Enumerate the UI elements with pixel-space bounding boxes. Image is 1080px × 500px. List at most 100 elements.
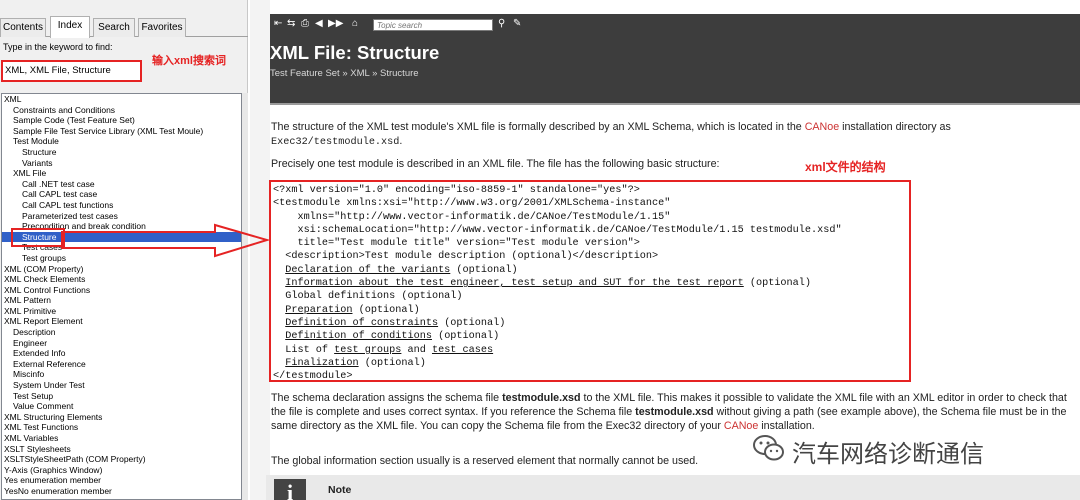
tab-favorites[interactable]: Favorites: [138, 18, 186, 37]
schema-path: Exec32/testmodule.xsd: [271, 137, 400, 148]
code-text: (optional): [450, 264, 518, 276]
index-item[interactable]: Constraints and Conditions: [2, 105, 241, 116]
annotation-structure: xml文件的结构: [805, 160, 886, 174]
tab-search[interactable]: Search: [93, 18, 135, 37]
index-item[interactable]: Call CAPL test case: [2, 189, 241, 200]
index-item[interactable]: Sample File Test Service Library (XML Te…: [2, 126, 241, 137]
index-item[interactable]: Parameterized test cases: [2, 211, 241, 222]
tab-contents[interactable]: Contents: [0, 18, 46, 37]
index-item[interactable]: Test cases: [2, 242, 241, 253]
code-line: Preparation (optional): [273, 304, 909, 317]
code-text: (optional): [358, 357, 426, 369]
code-link[interactable]: Definition of conditions: [285, 331, 432, 342]
code-line: Global definitions (optional): [273, 290, 909, 303]
index-item[interactable]: System Under Test: [2, 380, 241, 391]
forward-icon[interactable]: ▶▶: [328, 18, 343, 30]
print-icon[interactable]: ⎙: [301, 18, 309, 30]
code-link[interactable]: Preparation: [285, 305, 352, 316]
para-schema: The structure of the XML test module's X…: [271, 120, 1071, 150]
index-item[interactable]: XML File: [2, 168, 241, 179]
index-item[interactable]: Y-Axis (Graphics Window): [2, 465, 241, 476]
breadcrumb[interactable]: Test Feature Set » XML » Structure: [270, 68, 419, 79]
index-list[interactable]: XML Constraints and Conditions Sample Code…: [1, 93, 242, 500]
index-item[interactable]: Extended Info: [2, 348, 241, 359]
code-line: </testmodule>: [273, 370, 909, 383]
code-text: </testmodule>: [273, 371, 353, 383]
code-link[interactable]: Finalization: [285, 358, 358, 369]
code-line: xmlns="http://www.vector-informatik.de/C…: [273, 211, 909, 224]
tab-index[interactable]: Index: [50, 16, 90, 38]
index-item[interactable]: Test Setup: [2, 391, 241, 402]
index-item[interactable]: Variants: [2, 158, 241, 169]
topic-search-input[interactable]: [373, 19, 493, 31]
code-link[interactable]: test cases: [432, 345, 493, 356]
code-link[interactable]: Declaration of the variants: [285, 265, 450, 276]
index-item[interactable]: XML Control Functions: [2, 285, 241, 296]
code-text: (optional): [438, 317, 506, 329]
index-item[interactable]: Yes enumeration member: [2, 475, 241, 486]
code-link[interactable]: Definition of constraints: [285, 318, 438, 329]
index-item[interactable]: XSLT Stylesheets: [2, 444, 241, 455]
index-item[interactable]: XSLTStyleSheetPath (COM Property): [2, 454, 241, 465]
search-go-icon[interactable]: ⚲: [498, 18, 505, 30]
index-item[interactable]: XML Primitive: [2, 306, 241, 317]
header-divider: [270, 103, 1080, 105]
nav-tabs: Contents Index Search Favorites: [0, 16, 248, 38]
highlight-icon[interactable]: ✎: [513, 18, 521, 30]
index-item[interactable]: XML Structuring Elements: [2, 412, 241, 423]
index-item[interactable]: Test Module: [2, 136, 241, 147]
index-item[interactable]: XML Pattern: [2, 295, 241, 306]
index-item[interactable]: Description: [2, 327, 241, 338]
code-text: title="Test module title" version="Test …: [273, 238, 640, 250]
code-text: <testmodule xmlns:xsi="http://www.w3.org…: [273, 198, 671, 210]
canoe-link[interactable]: CANoe: [805, 121, 839, 133]
topic-pane: ⇤ ⇆ ⎙ ◀ ▶▶ ⌂ ⚲ ✎ XML File: Structure Tes…: [250, 0, 1080, 500]
index-item[interactable]: XML Check Elements: [2, 274, 241, 285]
index-item[interactable]: XML (COM Property): [2, 264, 241, 275]
index-item[interactable]: XML Test Functions: [2, 422, 241, 433]
topic-header: XML File: Structure Test Feature Set » X…: [270, 36, 1080, 103]
code-line: <?xml version="1.0" encoding="iso-8859-1…: [273, 184, 909, 197]
index-scrollbar[interactable]: [242, 93, 248, 500]
home-icon[interactable]: ⌂: [352, 18, 358, 30]
index-item[interactable]: Sample Code (Test Feature Set): [2, 115, 241, 126]
index-item[interactable]: Structure: [2, 147, 241, 158]
index-item[interactable]: YesNo enumeration member: [2, 486, 241, 497]
code-text: xsi:schemaLocation="http://www.vector-in…: [273, 224, 842, 236]
hide-toc-icon[interactable]: ⇤: [274, 18, 282, 30]
index-item[interactable]: Miscinfo: [2, 369, 241, 380]
locate-icon[interactable]: ⇆: [287, 18, 295, 30]
para-structure: Precisely one test module is described i…: [271, 158, 720, 170]
index-item[interactable]: Structure: [2, 231, 241, 243]
index-item[interactable]: Engineer: [2, 338, 241, 349]
index-item[interactable]: XML Report Element: [2, 316, 241, 327]
code-text: List of: [273, 344, 335, 356]
para-global-info: The global information section usually i…: [271, 455, 699, 467]
code-link[interactable]: Information about the test engineer, tes…: [285, 278, 744, 289]
index-item[interactable]: XML: [2, 94, 241, 105]
code-link[interactable]: test groups: [334, 345, 401, 356]
index-item[interactable]: Call .NET test case: [2, 179, 241, 190]
keyword-input[interactable]: XML, XML File, Structure: [1, 60, 142, 82]
index-item[interactable]: External Reference: [2, 359, 241, 370]
index-item[interactable]: Test groups: [2, 253, 241, 264]
note-box: i Note: [266, 475, 1080, 500]
schema-file-name: testmodule.xsd: [502, 392, 581, 404]
index-item[interactable]: Value Comment: [2, 401, 241, 412]
code-text: <?xml version="1.0" encoding="iso-8859-1…: [273, 185, 640, 196]
index-item[interactable]: Precondition and break condition: [2, 221, 241, 232]
code-line: List of test groups and test cases: [273, 344, 909, 357]
page-title: XML File: Structure: [270, 42, 440, 63]
code-line: Declaration of the variants (optional): [273, 264, 909, 277]
back-icon[interactable]: ◀: [315, 18, 323, 30]
canoe-link[interactable]: CANoe: [724, 420, 758, 432]
watermark-text: 汽车网络诊断通信: [792, 440, 984, 468]
index-item[interactable]: Call CAPL test functions: [2, 200, 241, 211]
index-item[interactable]: XML Variables: [2, 433, 241, 444]
